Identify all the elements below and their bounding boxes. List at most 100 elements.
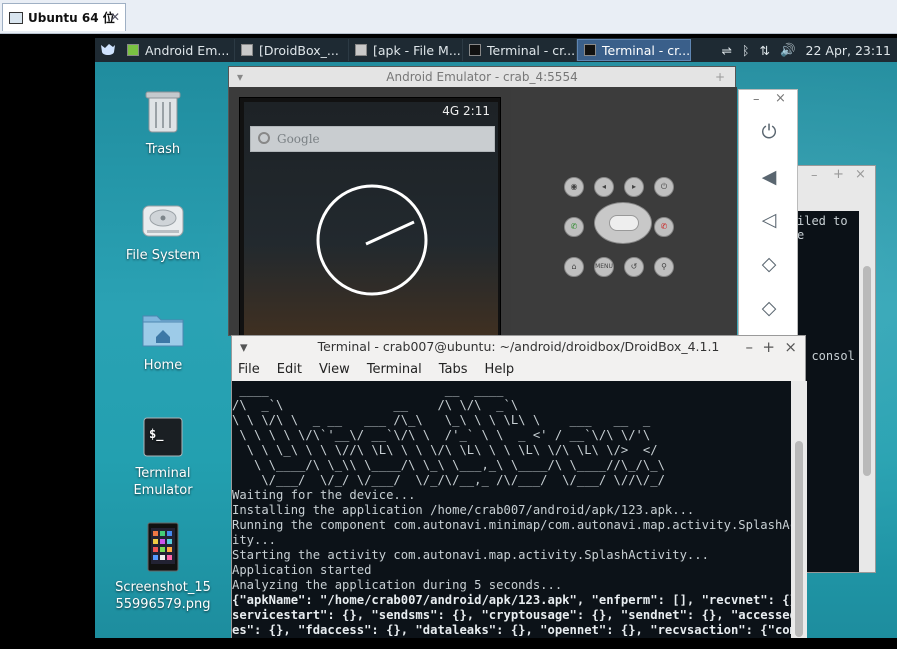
desktop-icon-home[interactable]: Home bbox=[108, 310, 218, 374]
app-icon bbox=[241, 44, 253, 56]
desktop-icon-terminal[interactable]: $_ Terminal Emulator bbox=[108, 416, 218, 499]
taskbar-item[interactable]: [apk - File M... bbox=[349, 39, 463, 61]
menu-item[interactable]: Tabs bbox=[439, 362, 468, 377]
dpad-center[interactable] bbox=[609, 215, 639, 231]
camera-button[interactable]: ◉ bbox=[564, 177, 584, 197]
dpad[interactable] bbox=[594, 202, 652, 244]
clock-widget[interactable] bbox=[314, 182, 430, 298]
close-icon[interactable]: × bbox=[775, 91, 786, 106]
taskbar-item[interactable]: [DroidBox_... bbox=[235, 39, 349, 61]
taskbar-item[interactable]: Terminal - cr... bbox=[577, 39, 691, 61]
call-button[interactable]: ✆ bbox=[564, 217, 584, 237]
terminal-line: /\ _`\ __ /\ \/\ _`\ bbox=[232, 398, 519, 412]
menu-item[interactable]: Help bbox=[485, 362, 515, 377]
power-button[interactable]: ⏻ bbox=[654, 177, 674, 197]
image-file-icon bbox=[147, 522, 179, 572]
home-folder-icon bbox=[142, 315, 184, 347]
end-call-button[interactable]: ✆ bbox=[654, 217, 674, 237]
taskbar-item-label: [apk - File M... bbox=[373, 42, 461, 58]
terminal-window[interactable]: ▾ Terminal - crab007@ubuntu: ~/android/d… bbox=[231, 335, 807, 638]
volume-down-button[interactable]: ◂ bbox=[594, 177, 614, 197]
maximize-icon[interactable]: + bbox=[833, 167, 844, 182]
volume-up-icon[interactable]: ◀︎ bbox=[757, 165, 781, 189]
menu-bar: File Edit View Terminal Tabs Help bbox=[232, 358, 805, 380]
transfer-icon[interactable]: ⇅ bbox=[759, 43, 769, 58]
terminal-line: \ \ \/\ \ _ __ ___ /\_\ \_\ \ \ \L\ \ __… bbox=[232, 413, 651, 427]
taskbar-item-label: [DroidBox_... bbox=[259, 42, 339, 58]
terminal-line: iled to e bbox=[797, 214, 848, 242]
power-icon[interactable]: ⏻ bbox=[757, 120, 781, 144]
network-icon[interactable]: ⇌ bbox=[721, 43, 731, 58]
guest-desktop: Android Em... [DroidBox_... [apk - File M.… bbox=[95, 38, 897, 638]
app-icon bbox=[469, 44, 481, 56]
minimize-icon[interactable]: – bbox=[746, 336, 754, 358]
window-title: ▾ Android Emulator - crab_4:5554 + bbox=[229, 67, 735, 87]
home-button[interactable]: ⌂ bbox=[564, 257, 584, 277]
minimize-icon[interactable]: – bbox=[753, 92, 760, 107]
terminal-window-back[interactable]: – + × iled to e r consol bbox=[796, 165, 876, 573]
app-icon bbox=[355, 44, 367, 56]
status-bar: 4G 2:11 bbox=[442, 104, 490, 118]
top-panel: Android Em... [DroidBox_... [apk - File M.… bbox=[95, 38, 897, 62]
menu-item[interactable]: Terminal bbox=[367, 362, 422, 377]
terminal-line: \ \____/\ \_\\ \____/\ \_\ \___,_\ \____… bbox=[232, 458, 665, 472]
desktop-icon-file-system[interactable]: File System bbox=[108, 200, 218, 264]
desktop-icon-label: Home bbox=[143, 358, 183, 373]
clock[interactable]: 22 Apr, 23:11 bbox=[806, 43, 891, 58]
titlebar: – + × bbox=[797, 166, 875, 186]
terminal-line: es": {}, "fdaccess": {}, "dataleaks": {}… bbox=[232, 623, 791, 637]
desktop-icon-screenshot[interactable]: Screenshot_15 55996579.png bbox=[108, 522, 218, 613]
window-menu-icon[interactable]: ▾ bbox=[240, 336, 248, 358]
scrollbar-thumb[interactable] bbox=[795, 441, 803, 637]
terminal-title: Terminal - crab007@ubuntu: ~/android/dro… bbox=[317, 339, 720, 354]
menu-item[interactable]: File bbox=[238, 362, 260, 377]
emulator-title: Android Emulator - crab_4:5554 bbox=[386, 70, 578, 84]
rotate-left-icon[interactable]: ◇ bbox=[757, 252, 781, 276]
close-icon[interactable]: × bbox=[784, 336, 797, 358]
bluetooth-icon[interactable]: ᛒ bbox=[742, 43, 750, 58]
vm-host-window: Ubuntu 64 位 ✕ Android Em... [DroidBox_...… bbox=[0, 0, 897, 649]
terminal-line: Analyzing the application during 5 secon… bbox=[232, 578, 563, 592]
android-emulator-window[interactable]: ▾ Android Emulator - crab_4:5554 + 4G 2:… bbox=[228, 66, 737, 338]
volume-up-button[interactable]: ▸ bbox=[624, 177, 644, 197]
terminal-icon: $_ bbox=[143, 417, 183, 457]
minimize-icon[interactable]: – bbox=[811, 168, 818, 183]
vm-tab[interactable]: Ubuntu 64 位 ✕ bbox=[2, 3, 126, 31]
maximize-icon[interactable]: + bbox=[762, 336, 775, 358]
terminal-line: ____ __ ____ bbox=[232, 383, 504, 397]
menu-button[interactable]: MENU bbox=[594, 257, 614, 277]
terminal-line: {"apkName": "/home/crab007/android/apk/1… bbox=[232, 593, 791, 607]
search-button[interactable]: ⚲ bbox=[654, 257, 674, 277]
trash-icon bbox=[145, 91, 181, 133]
terminal-output[interactable]: ____ __ ____/\ _`\ __ /\ \/\ _`\ \ \ \/\ … bbox=[232, 381, 791, 638]
terminal-line: Running the component com.autonavi.minim… bbox=[232, 518, 791, 532]
volume-down-icon[interactable]: ◁ bbox=[757, 208, 781, 232]
desktop-icon-label: File System bbox=[125, 248, 201, 263]
menu-item[interactable]: View bbox=[319, 362, 350, 377]
applications-menu-icon[interactable] bbox=[95, 38, 121, 62]
back-button[interactable]: ↺ bbox=[624, 257, 644, 277]
menu-item[interactable]: Edit bbox=[277, 362, 302, 377]
taskbar-item[interactable]: Terminal - cr... bbox=[463, 39, 577, 61]
scrollbar[interactable] bbox=[863, 266, 871, 476]
close-icon[interactable]: ✕ bbox=[110, 10, 120, 24]
volume-icon[interactable]: 🔊 bbox=[780, 42, 796, 58]
app-icon bbox=[584, 44, 596, 56]
taskbar-item[interactable]: Android Em... bbox=[121, 39, 235, 61]
titlebar: ▾ Terminal - crab007@ubuntu: ~/android/d… bbox=[232, 336, 805, 358]
phone-screen[interactable]: 4G 2:11 Google bbox=[244, 102, 498, 338]
drive-icon bbox=[142, 205, 184, 237]
rotate-right-icon[interactable]: ◇ bbox=[757, 296, 781, 320]
maximize-icon[interactable]: + bbox=[715, 67, 725, 87]
desktop-icon-label: Trash bbox=[145, 142, 181, 157]
close-icon[interactable]: × bbox=[855, 167, 866, 182]
scrollbar[interactable] bbox=[791, 381, 807, 638]
google-search-bar[interactable]: Google bbox=[250, 126, 495, 152]
terminal-line: Installing the application /home/crab007… bbox=[232, 503, 695, 517]
desktop-icon-trash[interactable]: Trash bbox=[108, 88, 218, 158]
window-menu-icon[interactable]: ▾ bbox=[237, 67, 243, 87]
search-icon bbox=[258, 132, 270, 144]
